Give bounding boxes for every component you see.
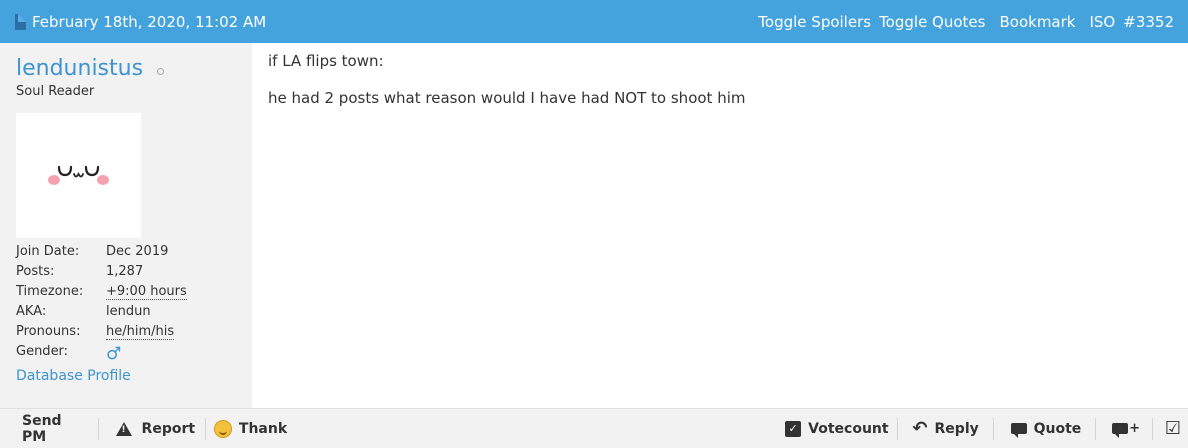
post-line: he had 2 posts what reason would I have …	[268, 89, 746, 107]
gender-row: Gender: ♂	[16, 344, 122, 364]
quote-icon	[1010, 423, 1027, 438]
username-link[interactable]: lendunistus	[16, 56, 143, 81]
toggle-spoilers-link[interactable]: Toggle Spoilers	[758, 13, 871, 31]
report-button[interactable]: Report	[115, 421, 195, 437]
divider	[97, 417, 99, 440]
aka-row: AKA: lendun	[16, 304, 151, 319]
post-footer: Send PM Report Thank ✓ Votecount ↶ Reply…	[0, 408, 1188, 448]
plus-icon: +	[1129, 421, 1141, 436]
join-date-row: Join Date: Dec 2019	[16, 244, 169, 259]
offline-status-icon	[157, 68, 164, 75]
timezone-value: +9:00 hours	[106, 284, 187, 300]
avatar-right-blush	[97, 175, 109, 185]
bookmark-link[interactable]: Bookmark	[999, 13, 1075, 31]
divider	[1095, 417, 1097, 440]
multi-quote-icon	[1112, 423, 1129, 438]
avatar-left-blush	[48, 175, 60, 185]
user-sidebar: lendunistus Soul Reader Join Date: Dec 2…	[0, 43, 252, 408]
multi-quote-button[interactable]: +	[1112, 421, 1141, 438]
avatar	[16, 113, 141, 238]
user-title: Soul Reader	[16, 84, 95, 99]
database-profile-link[interactable]: Database Profile	[16, 368, 131, 384]
votecount-button[interactable]: ✓ Votecount	[785, 420, 889, 437]
divider	[992, 417, 994, 440]
thank-button[interactable]: Thank	[213, 419, 287, 438]
warning-icon	[115, 421, 132, 436]
document-icon	[15, 13, 26, 30]
pronouns-row: Pronouns: he/him/his	[16, 324, 175, 340]
checkbox-icon: ✓	[785, 420, 802, 437]
checkbox-tick-icon: ☑	[1164, 418, 1182, 439]
post-number-link[interactable]: #3352	[1123, 13, 1174, 31]
send-pm-button[interactable]: Send PM	[22, 413, 80, 445]
header-actions: Toggle Spoilers Toggle Quotes Bookmark I…	[758, 13, 1188, 31]
post-header: February 18th, 2020, 11:02 AM Toggle Spo…	[0, 0, 1188, 43]
pronouns-value: he/him/his	[106, 324, 175, 340]
post-content: if LA flips town: he had 2 posts what re…	[268, 52, 745, 107]
post-line: if LA flips town:	[268, 52, 384, 70]
reply-arrow-icon: ↶	[912, 418, 928, 439]
post-date: February 18th, 2020, 11:02 AM	[32, 12, 267, 31]
toggle-quotes-link[interactable]: Toggle Quotes	[879, 13, 985, 31]
quote-button[interactable]: Quote	[1010, 421, 1081, 438]
user-info: Join Date: Dec 2019 Posts: 1,287 Timezon…	[16, 244, 187, 364]
male-icon: ♂	[106, 344, 122, 364]
divider	[1152, 417, 1153, 440]
posts-row: Posts: 1,287	[16, 264, 144, 279]
forum-post: February 18th, 2020, 11:02 AM Toggle Spo…	[0, 0, 1188, 448]
select-post-button[interactable]: ☑	[1165, 418, 1188, 439]
smiley-icon	[213, 419, 232, 438]
divider	[205, 417, 206, 440]
iso-link[interactable]: ISO	[1089, 13, 1115, 31]
divider	[896, 417, 898, 440]
timezone-row: Timezone: +9:00 hours	[16, 284, 187, 300]
reply-button[interactable]: ↶ Reply	[912, 418, 978, 439]
